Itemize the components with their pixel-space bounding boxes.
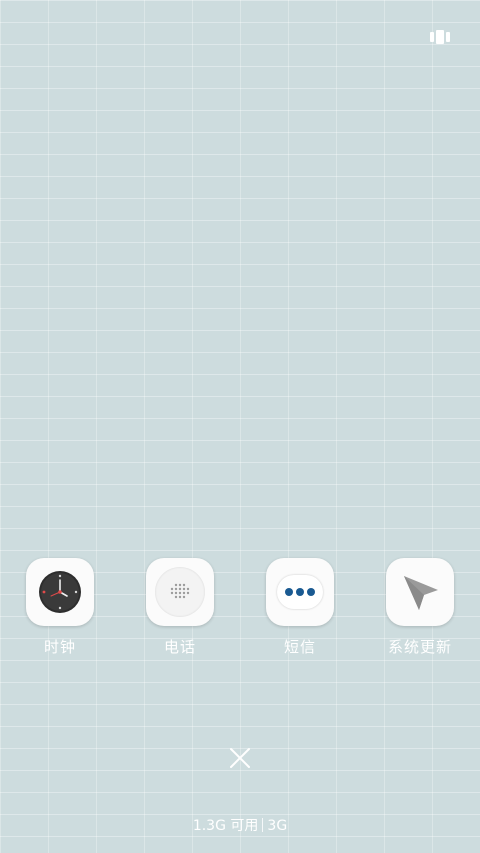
system-update-icon xyxy=(386,558,454,626)
app-system-update[interactable]: 系统更新 xyxy=(370,558,470,658)
app-system-update-label: 系统更新 xyxy=(387,638,452,656)
app-clock[interactable]: 时钟 xyxy=(10,558,110,658)
app-phone[interactable]: 电话 xyxy=(130,558,230,658)
recent-apps-icon-bar-left xyxy=(430,32,434,42)
app-sms[interactable]: 短信 xyxy=(250,558,350,658)
sms-icon xyxy=(266,558,334,626)
phone-icon xyxy=(146,558,214,626)
memory-available: 1.3G 可用 xyxy=(192,818,259,834)
sms-dot xyxy=(296,588,304,596)
memory-total: 3G xyxy=(267,818,288,834)
sms-dot xyxy=(285,588,293,596)
close-icon[interactable] xyxy=(228,746,252,770)
sms-bubble xyxy=(277,575,323,609)
app-sms-label: 短信 xyxy=(283,638,316,656)
memory-info: 1.3G 可用 3G xyxy=(0,815,480,835)
app-row: 时钟 电话 短信 系统更新 xyxy=(0,558,480,658)
recent-apps-icon-bar-right xyxy=(446,32,450,42)
phone-keypad-disc xyxy=(155,567,205,617)
sms-dot xyxy=(307,588,315,596)
recent-apps-icon[interactable] xyxy=(430,28,452,46)
clock-icon xyxy=(26,558,94,626)
recent-apps-icon-bar-center xyxy=(436,30,444,44)
app-phone-label: 电话 xyxy=(163,638,196,656)
app-clock-label: 时钟 xyxy=(43,638,76,656)
memory-separator xyxy=(262,818,264,832)
